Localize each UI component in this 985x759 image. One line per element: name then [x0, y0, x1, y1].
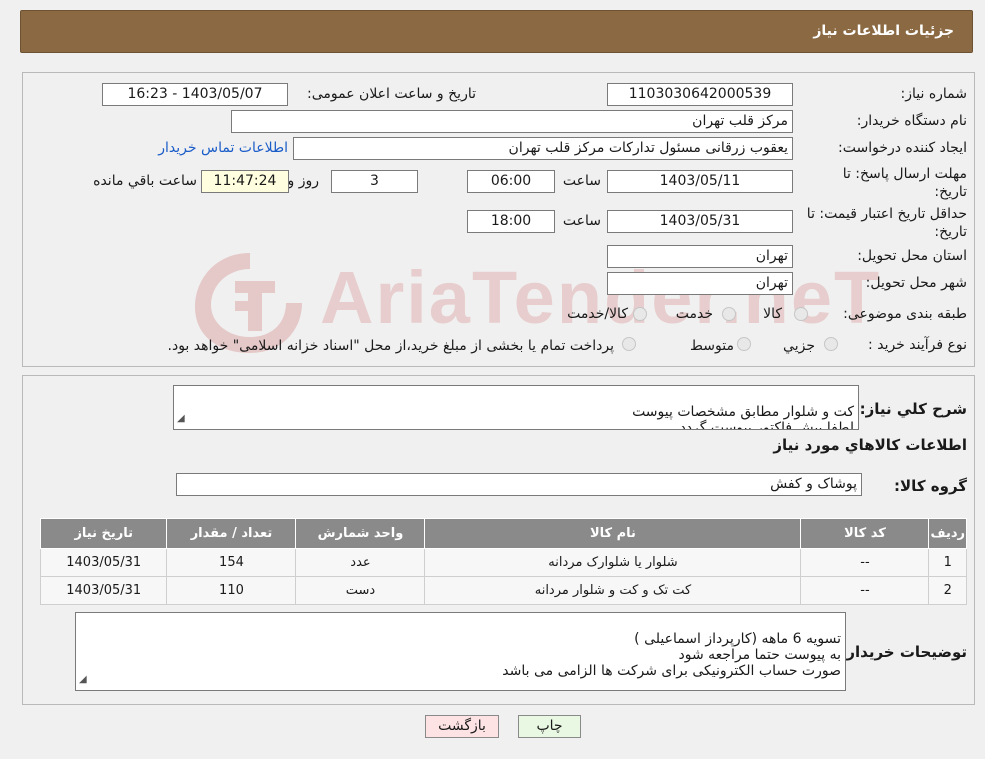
back-button[interactable]: بازگشت	[425, 715, 499, 738]
col-need-date: تاريخ نياز	[39, 518, 168, 549]
cell-need-date: 1403/05/31	[39, 576, 168, 605]
description-text: کت و شلوار مطابق مشخصات پیوست لطفا پیش ف…	[632, 404, 854, 430]
announce-datetime-field[interactable]: 1403/05/07 - 16:23	[102, 83, 288, 106]
resize-grip-icon[interactable]: ◢	[177, 411, 185, 427]
purchase-option-small: جزیي	[783, 338, 815, 354]
purchase-option-medium: متوسط	[690, 338, 734, 354]
deadline-label: مهلت ارسال پاسخ: تا تاریخ:	[842, 166, 967, 200]
announce-label: تاریخ و ساعت اعلان عمومی:	[307, 86, 476, 102]
treasury-checkbox[interactable]	[622, 337, 636, 351]
col-row-number: رديف	[928, 518, 967, 549]
buyer-contact-link[interactable]: اطلاعات تماس خریدار	[158, 140, 288, 156]
col-item-name: نام کالا	[424, 518, 802, 549]
cell-unit: دست	[295, 576, 426, 605]
category-radio-service[interactable]	[722, 307, 736, 321]
province-label: استان محل تحویل:	[857, 248, 967, 264]
print-button[interactable]: چاپ	[518, 715, 581, 738]
cell-quantity: 154	[166, 548, 297, 577]
category-radio-goods[interactable]	[794, 307, 808, 321]
validity-date-field[interactable]: 1403/05/31	[607, 210, 793, 233]
description-textarea[interactable]: کت و شلوار مطابق مشخصات پیوست لطفا پیش ف…	[173, 385, 859, 430]
table-header-row: رديف کد کالا نام کالا واحد شمارش تعداد /…	[39, 518, 967, 549]
col-quantity: تعداد / مقدار	[166, 518, 297, 549]
validity-label: حداقل تاریخ اعتبار قیمت: تا تاریخ:	[806, 206, 967, 240]
goods-table: رديف کد کالا نام کالا واحد شمارش تعداد /…	[39, 518, 967, 605]
category-label: طبقه بندی موضوعی:	[843, 306, 967, 322]
cell-item-code: --	[800, 576, 930, 605]
need-number-field[interactable]: 1103030642000539	[607, 83, 793, 106]
city-label: شهر محل تحویل:	[865, 275, 967, 291]
buyer-notes-textarea[interactable]: تسویه 6 ماهه (کارپرداز اسماعیلی ) به پیو…	[75, 612, 846, 691]
col-unit: واحد شمارش	[295, 518, 426, 549]
city-field[interactable]: تهران	[607, 272, 793, 295]
description-label: شرح کلي نياز:	[859, 400, 967, 418]
creator-label: ایجاد کننده درخواست:	[838, 140, 967, 156]
category-radio-goods-service[interactable]	[633, 307, 647, 321]
page-header: جزئیات اطلاعات نیاز	[20, 10, 973, 53]
table-row[interactable]: 1 -- شلوار یا شلوارک مردانه عدد 154 1403…	[39, 548, 967, 577]
purchase-radio-small[interactable]	[824, 337, 838, 351]
cell-unit: عدد	[295, 548, 426, 577]
resize-grip-icon[interactable]: ◢	[79, 672, 87, 688]
cell-quantity: 110	[166, 576, 297, 605]
buyer-notes-label: توضیحات خریدار:	[840, 643, 967, 661]
deadline-time-field[interactable]: 06:00	[467, 170, 555, 193]
purchase-type-label: نوع فرآیند خرید :	[868, 337, 967, 353]
validity-time-label: ساعت	[562, 213, 601, 229]
cell-item-name: کت تک و کت و شلوار مردانه	[424, 576, 802, 605]
page-title: جزئیات اطلاعات نیاز	[813, 23, 954, 39]
cell-item-code: --	[800, 548, 930, 577]
creator-field[interactable]: یعقوب زرقانی مسئول تدارکات مرکز قلب تهرا…	[293, 137, 793, 160]
buyer-notes-text: تسویه 6 ماهه (کارپرداز اسماعیلی ) به پیو…	[502, 631, 841, 679]
purchase-radio-medium[interactable]	[737, 337, 751, 351]
remaining-label: ساعت باقي مانده	[93, 173, 197, 189]
deadline-date-field[interactable]: 1403/05/11	[607, 170, 793, 193]
deadline-time-label: ساعت	[562, 173, 601, 189]
remaining-time-field[interactable]: 11:47:24	[201, 170, 289, 193]
goods-group-field[interactable]: پوشاک و کفش	[176, 473, 862, 496]
need-number-label: شماره نیاز:	[900, 86, 968, 102]
cell-row-number: 2	[928, 576, 967, 605]
province-field[interactable]: تهران	[607, 245, 793, 268]
table-row[interactable]: 2 -- کت تک و کت و شلوار مردانه دست 110 1…	[39, 576, 967, 605]
goods-section-title: اطلاعات کالاهاي مورد نياز	[773, 436, 967, 454]
buyer-org-label: نام دستگاه خریدار:	[856, 113, 967, 129]
days-remaining-field[interactable]: 3	[331, 170, 418, 193]
watermark-text: AriaTender.neT	[320, 256, 882, 339]
goods-group-label: گروه کالا:	[894, 477, 967, 495]
col-item-code: کد کالا	[800, 518, 930, 549]
validity-time-field[interactable]: 18:00	[467, 210, 555, 233]
category-option-service: خدمت	[675, 306, 713, 322]
days-label: روز و	[287, 173, 320, 189]
cell-row-number: 1	[928, 548, 967, 577]
cell-item-name: شلوار یا شلوارک مردانه	[424, 548, 802, 577]
category-option-goods: کالا	[763, 306, 782, 322]
buyer-org-field[interactable]: مرکز قلب تهران	[231, 110, 793, 133]
treasury-note: پرداخت تمام یا بخشی از مبلغ خرید،از محل …	[167, 338, 614, 354]
cell-need-date: 1403/05/31	[39, 548, 168, 577]
category-option-goods-service: کالا/خدمت	[567, 306, 628, 322]
